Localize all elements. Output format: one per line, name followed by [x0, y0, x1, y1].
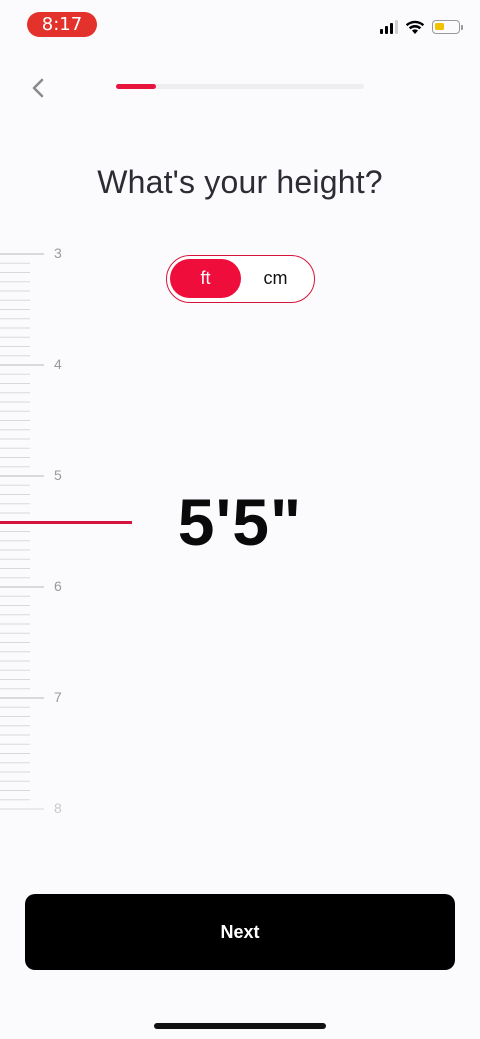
cellular-signal-icon	[380, 20, 398, 34]
unit-option-ft[interactable]: ft	[170, 259, 241, 298]
ruler-selection-indicator	[0, 521, 132, 524]
ruler-label-5: 5	[54, 467, 62, 483]
progress-fill	[116, 84, 156, 89]
progress-bar	[116, 84, 364, 89]
ruler-ticks	[0, 253, 44, 810]
ruler-label-7: 7	[54, 689, 62, 705]
status-bar: 8:17	[0, 0, 480, 48]
status-icons	[380, 18, 463, 36]
ruler-label-6: 6	[54, 578, 62, 594]
next-button[interactable]: Next	[25, 894, 455, 970]
unit-toggle: ft cm	[166, 255, 315, 303]
wifi-icon	[405, 20, 425, 34]
height-ruler[interactable]: 3 4 5 6 7 8	[0, 230, 140, 830]
chevron-left-icon	[32, 78, 44, 98]
home-indicator	[154, 1023, 326, 1029]
unit-option-cm[interactable]: cm	[240, 259, 311, 298]
page-title: What's your height?	[97, 164, 383, 200]
ruler-label-4: 4	[54, 356, 62, 372]
ruler-label-3: 3	[54, 245, 62, 261]
height-value: 5'5"	[177, 485, 303, 559]
ruler-label-8: 8	[54, 800, 62, 816]
battery-icon	[432, 20, 463, 34]
back-button[interactable]	[22, 72, 54, 104]
status-time: 8:17	[27, 12, 97, 37]
